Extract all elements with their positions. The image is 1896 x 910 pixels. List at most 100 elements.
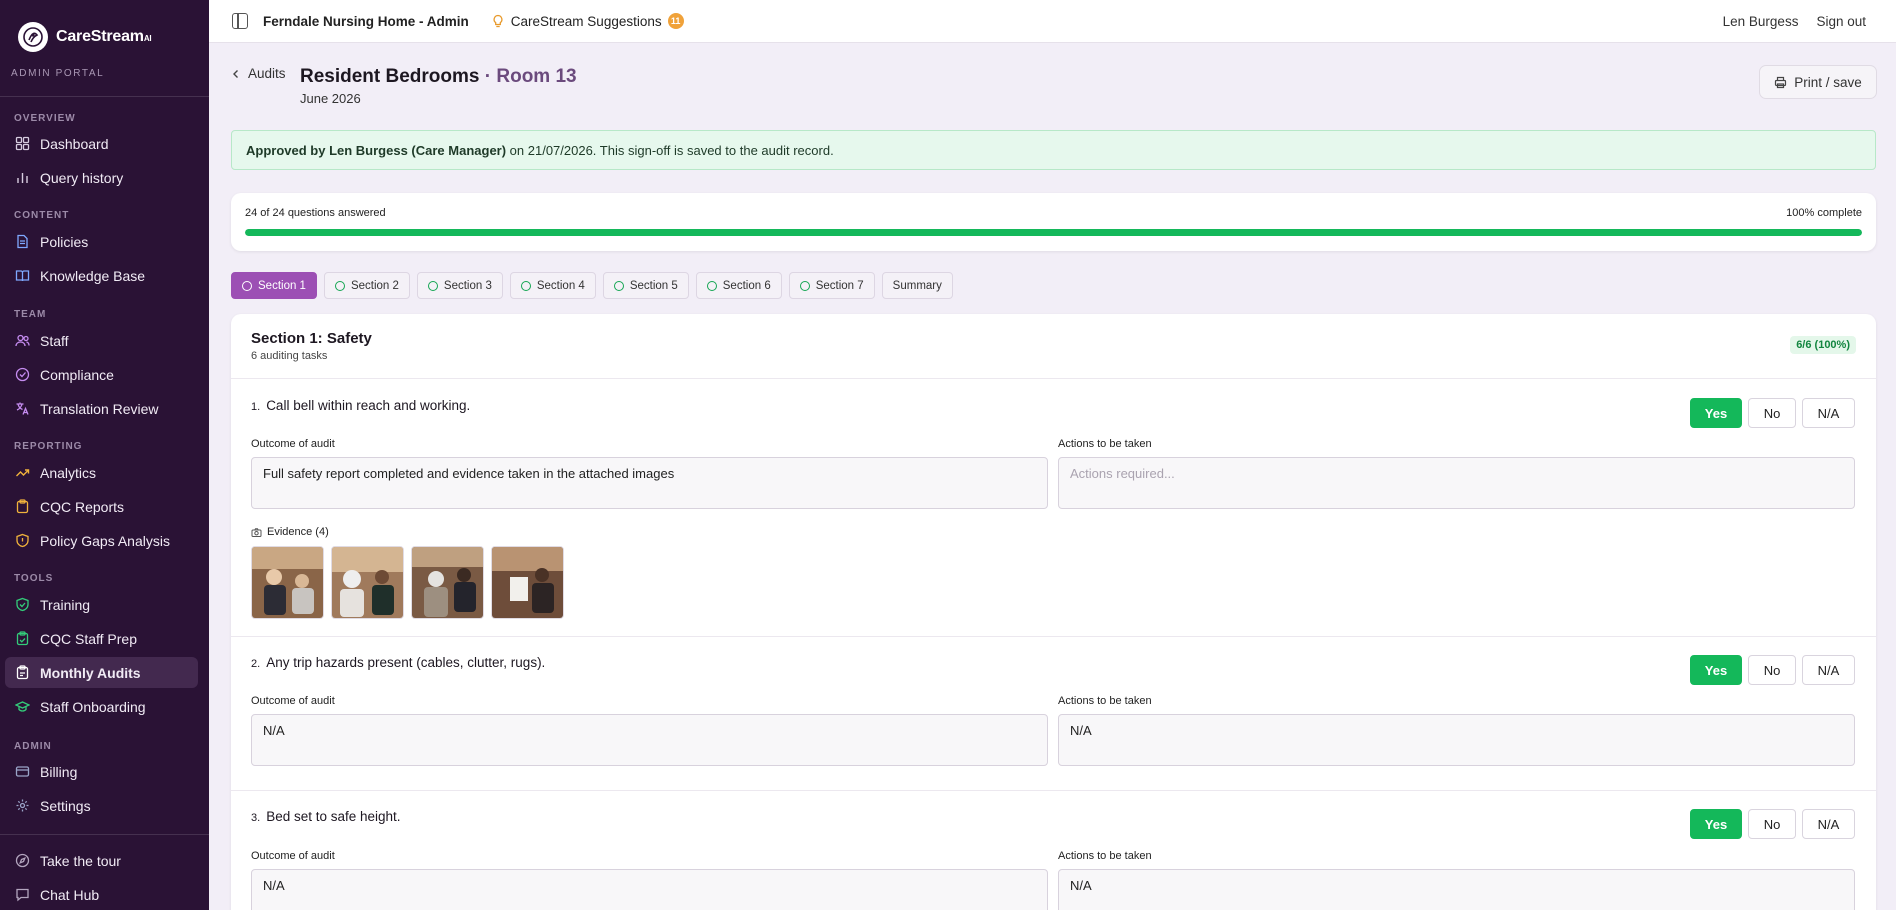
- shield-check-icon: [15, 597, 30, 612]
- section-tabs: Section 1 Section 2 Section 3 Section 4 …: [231, 272, 953, 299]
- suggestions-count-badge: 11: [667, 13, 684, 29]
- answer-yes-button[interactable]: Yes: [1690, 398, 1742, 428]
- outcome-field[interactable]: N/A: [251, 869, 1048, 910]
- divider: [231, 636, 1876, 637]
- question-3-text: 3. Bed set to safe height.: [251, 809, 401, 824]
- tab-label: Section 1: [258, 279, 306, 292]
- printer-icon: [1775, 76, 1787, 88]
- evidence-photo[interactable]: [251, 546, 324, 619]
- percent-complete: 100% complete: [1786, 207, 1862, 219]
- sidebar-item-knowledge-base[interactable]: Knowledge Base: [5, 260, 198, 291]
- sidebar-item-staff-onboarding[interactable]: Staff Onboarding: [5, 691, 198, 722]
- title-separator: ·: [479, 66, 497, 87]
- answer-na-button[interactable]: N/A: [1802, 655, 1855, 685]
- sidebar: CareStreamAI ADMIN PORTAL OVERVIEW Dashb…: [0, 0, 209, 910]
- sidebar-item-cqc-reports[interactable]: CQC Reports: [5, 491, 198, 522]
- evidence-photo[interactable]: [411, 546, 484, 619]
- evidence-photo[interactable]: [331, 546, 404, 619]
- actions-field[interactable]: N/A: [1058, 714, 1855, 766]
- sidebar-item-settings[interactable]: Settings: [5, 790, 198, 821]
- section-title: Section 1: Safety: [251, 330, 372, 347]
- answer-no-button[interactable]: No: [1748, 655, 1796, 685]
- sidebar-item-staff[interactable]: Staff: [5, 325, 198, 356]
- outcome-field[interactable]: N/A: [251, 714, 1048, 766]
- actions-label: Actions to be taken: [1058, 695, 1152, 707]
- brand-name: CareStreamAI: [56, 28, 152, 45]
- tab-section-2[interactable]: Section 2: [323, 272, 410, 299]
- carestream-logo-icon: [18, 22, 48, 52]
- sidebar-item-analytics[interactable]: Analytics: [5, 457, 198, 488]
- sidebar-item-billing[interactable]: Billing: [5, 756, 198, 787]
- sidebar-item-policy-gaps-analysis[interactable]: Policy Gaps Analysis: [5, 525, 198, 556]
- chevron-left-icon: [233, 69, 238, 78]
- actions-field[interactable]: N/A: [1058, 869, 1855, 910]
- print-save-button[interactable]: Print / save: [1759, 65, 1877, 99]
- answer-yes-button[interactable]: Yes: [1690, 809, 1742, 839]
- sidebar-item-label: Policies: [40, 233, 89, 250]
- tab-section-4[interactable]: Section 4: [509, 272, 596, 299]
- user-name[interactable]: Len Burgess: [1723, 14, 1799, 29]
- tab-section-1[interactable]: Section 1: [231, 272, 317, 299]
- answer-no-button[interactable]: No: [1748, 809, 1796, 839]
- tab-summary[interactable]: Summary: [881, 272, 953, 299]
- nav-section-overview: OVERVIEW: [14, 113, 76, 124]
- sidebar-item-dashboard[interactable]: Dashboard: [5, 128, 198, 159]
- tab-section-3[interactable]: Section 3: [416, 272, 503, 299]
- sidebar-item-monthly-audits[interactable]: Monthly Audits: [5, 657, 198, 688]
- actions-field[interactable]: Actions required...: [1058, 457, 1855, 509]
- users-icon: [15, 333, 30, 348]
- compass-icon: [15, 853, 30, 868]
- chat-hub-link[interactable]: Chat Hub: [5, 879, 198, 910]
- sidebar-toggle-icon[interactable]: [232, 13, 248, 29]
- outcome-field[interactable]: Full safety report completed and evidenc…: [251, 457, 1048, 509]
- tab-label: Section 6: [722, 279, 771, 292]
- check-circle-icon: [242, 280, 252, 291]
- sidebar-item-translation-review[interactable]: Translation Review: [5, 393, 198, 424]
- evidence-label: Evidence (4): [251, 526, 329, 538]
- sidebar-item-query-history[interactable]: Query history: [5, 162, 198, 193]
- sign-out-link[interactable]: Sign out: [1816, 14, 1866, 29]
- divider: [231, 378, 1876, 379]
- check-circle-icon: [334, 280, 345, 291]
- warning-shield-icon: [15, 533, 30, 548]
- tab-section-6[interactable]: Section 6: [695, 272, 782, 299]
- back-label: Audits: [248, 66, 286, 81]
- brand[interactable]: CareStreamAI: [0, 0, 209, 54]
- sidebar-item-label: Staff Onboarding: [40, 698, 146, 715]
- sidebar-item-label: Training: [40, 596, 91, 613]
- sidebar-item-compliance[interactable]: Compliance: [5, 359, 198, 390]
- answer-yes-button[interactable]: Yes: [1690, 655, 1742, 685]
- clipboard-icon: [15, 499, 30, 514]
- check-circle-icon: [613, 280, 624, 291]
- questions-answered: 24 of 24 questions answered: [245, 207, 386, 219]
- nav-section-tools: TOOLS: [14, 573, 54, 584]
- outcome-label: Outcome of audit: [251, 438, 335, 450]
- sidebar-item-cqc-staff-prep[interactable]: CQC Staff Prep: [5, 623, 198, 654]
- evidence-thumbnails: [251, 546, 564, 619]
- progress-bar-fill: [245, 229, 1862, 236]
- sidebar-item-training[interactable]: Training: [5, 589, 198, 620]
- tab-label: Section 2: [350, 279, 399, 292]
- suggestions-button[interactable]: CareStream Suggestions 11: [491, 13, 684, 29]
- actions-label: Actions to be taken: [1058, 850, 1152, 862]
- tab-label: Section 7: [815, 279, 864, 292]
- suggestions-label: CareStream Suggestions: [510, 13, 662, 29]
- back-to-audits-link[interactable]: Audits: [232, 66, 286, 81]
- approval-banner: Approved by Len Burgess (Care Manager) o…: [231, 130, 1876, 170]
- answer-na-button[interactable]: N/A: [1802, 398, 1855, 428]
- lightbulb-icon: [493, 14, 503, 28]
- sidebar-item-policies[interactable]: Policies: [5, 226, 198, 257]
- sidebar-item-label: CQC Reports: [40, 498, 125, 515]
- gear-icon: [15, 798, 30, 813]
- answer-no-button[interactable]: No: [1748, 398, 1796, 428]
- tab-section-5[interactable]: Section 5: [602, 272, 689, 299]
- evidence-photo[interactable]: [491, 546, 564, 619]
- answer-na-button[interactable]: N/A: [1802, 809, 1855, 839]
- sidebar-item-label: Query history: [40, 169, 124, 186]
- tab-section-7[interactable]: Section 7: [788, 272, 875, 299]
- take-the-tour-link[interactable]: Take the tour: [5, 845, 198, 876]
- sidebar-item-label: Dashboard: [40, 135, 109, 152]
- check-circle-icon: [427, 280, 438, 291]
- sidebar-item-label: Compliance: [40, 366, 114, 383]
- nav-section-team: TEAM: [14, 309, 47, 320]
